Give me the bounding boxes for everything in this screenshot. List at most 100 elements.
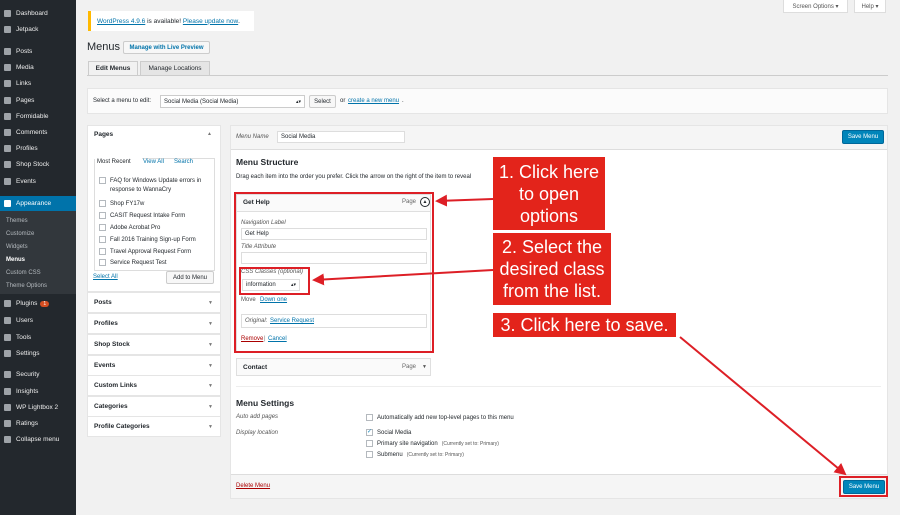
add-to-menu-button[interactable]: Add to Menu: [166, 271, 214, 284]
sidebar-item-shop-stock[interactable]: Shop Stock: [0, 157, 76, 172]
checkbox[interactable]: [99, 236, 106, 243]
update-count-badge: 1: [40, 300, 50, 307]
location-social-media[interactable]: ✓ Social Media: [366, 429, 411, 436]
page-label: Shop FY17w: [110, 200, 145, 207]
accordion-label: Posts: [94, 299, 112, 306]
sidebar-item-wp-lightbox-2[interactable]: WP Lightbox 2: [0, 400, 76, 415]
accordion-shop-stock[interactable]: Shop Stock ▼: [87, 334, 221, 355]
subtab-search[interactable]: Search: [174, 159, 193, 165]
sidebar-item-label: Links: [16, 80, 32, 87]
location-name: Primary site navigation: [377, 440, 438, 447]
sidebar-item-plugins[interactable]: Plugins 1: [0, 296, 76, 311]
menu-structure-help: Drag each item into the order you prefer…: [236, 174, 472, 180]
auto-add-option[interactable]: Automatically add new top-level pages to…: [366, 414, 514, 421]
sidebar-item-insights[interactable]: Insights: [0, 384, 76, 399]
chevron-up-icon[interactable]: ▲: [207, 131, 212, 137]
select-button[interactable]: Select: [309, 95, 336, 108]
location-primary[interactable]: Primary site navigation (Currently set to…: [366, 440, 499, 447]
checkbox[interactable]: [366, 440, 373, 447]
submenu-item-menus[interactable]: Menus: [0, 253, 76, 266]
menu-name-input[interactable]: Social Media: [277, 131, 405, 143]
settings-divider: [236, 386, 881, 387]
wordpress-version-link[interactable]: WordPress 4.9.6: [97, 18, 145, 25]
page-checkbox-item[interactable]: Shop FY17w: [99, 200, 144, 207]
notice-period: .: [238, 17, 240, 25]
submenu-item-theme-options[interactable]: Theme Options: [0, 279, 76, 292]
sidebar-item-events[interactable]: Events: [0, 174, 76, 189]
sidebar-item-label: Insights: [16, 388, 39, 395]
page-checkbox-item[interactable]: Adobe Acrobat Pro: [99, 224, 160, 231]
sidebar-item-links[interactable]: Links: [0, 76, 76, 91]
page-checkbox-item[interactable]: CASIT Request Intake Form: [99, 212, 185, 219]
menu-structure-title: Menu Structure: [236, 157, 299, 167]
page-label: FAQ for Windows Update errors in respons…: [110, 178, 202, 193]
settings-icon: [4, 350, 11, 357]
sidebar-item-label: Profiles: [16, 145, 38, 152]
checkbox[interactable]: [99, 248, 106, 255]
sidebar-item-settings[interactable]: Settings: [0, 346, 76, 361]
pages-panel: Pages ▲: [87, 125, 221, 292]
sidebar-item-collapse-menu[interactable]: Collapse menu: [0, 432, 76, 447]
sidebar-item-comments[interactable]: Comments: [0, 125, 76, 140]
sidebar-item-ratings[interactable]: Ratings: [0, 416, 76, 431]
expand-arrow-icon[interactable]: ▼: [422, 364, 427, 370]
sidebar-item-security[interactable]: Security: [0, 367, 76, 382]
checkbox[interactable]: [99, 177, 106, 184]
lightbox-icon: [4, 404, 11, 411]
sidebar-item-label: WP Lightbox 2: [16, 404, 59, 411]
page-checkbox-item[interactable]: Service Request Test: [99, 259, 167, 266]
sidebar-item-profiles[interactable]: Profiles: [0, 141, 76, 156]
comment-icon: [4, 129, 11, 136]
accordion-events[interactable]: Events ▼: [87, 355, 221, 376]
pages-icon: [4, 97, 11, 104]
callout-open-options: 1. Click here to open options: [493, 157, 605, 230]
subtab-most-recent[interactable]: Most Recent: [97, 159, 131, 165]
menu-select[interactable]: Social Media (Social Media) ▴▾: [160, 95, 305, 108]
delete-menu-link[interactable]: Delete Menu: [236, 483, 270, 489]
save-menu-button-top[interactable]: Save Menu: [842, 130, 884, 144]
accordion-profile-categories[interactable]: Profile Categories ▼: [87, 416, 221, 437]
accordion-posts[interactable]: Posts ▼: [87, 292, 221, 313]
pages-panel-title: Pages: [94, 131, 114, 138]
checkbox[interactable]: [99, 212, 106, 219]
help-button[interactable]: Help ▾: [854, 0, 886, 13]
page-checkbox-item[interactable]: Travel Approval Request Form: [99, 248, 191, 255]
checkbox[interactable]: [366, 451, 373, 458]
checkbox[interactable]: [99, 200, 106, 207]
sidebar-item-users[interactable]: Users: [0, 313, 76, 328]
sidebar-item-tools[interactable]: Tools: [0, 330, 76, 345]
page-checkbox-item[interactable]: FAQ for Windows Update errors in respons…: [99, 177, 214, 195]
subtab-view-all[interactable]: View All: [143, 159, 164, 165]
submenu-item-themes[interactable]: Themes: [0, 214, 76, 227]
sidebar-item-pages[interactable]: Pages: [0, 93, 76, 108]
select-all-link[interactable]: Select All: [93, 274, 118, 280]
display-location-label: Display location: [236, 430, 279, 436]
checkbox[interactable]: [99, 259, 106, 266]
sidebar-item-jetpack[interactable]: Jetpack: [0, 22, 76, 37]
submenu-item-widgets[interactable]: Widgets: [0, 240, 76, 253]
sidebar-item-appearance[interactable]: Appearance: [0, 196, 76, 211]
accordion-custom-links[interactable]: Custom Links ▼: [87, 375, 221, 396]
submenu-item-customize[interactable]: Customize: [0, 227, 76, 240]
screen-options-button[interactable]: Screen Options ▾: [783, 0, 848, 13]
checkbox[interactable]: [99, 224, 106, 231]
tab-manage-locations[interactable]: Manage Locations: [140, 61, 210, 76]
page-label: CASIT Request Intake Form: [110, 212, 186, 219]
checkbox-checked-icon[interactable]: ✓: [366, 429, 373, 436]
live-preview-button[interactable]: Manage with Live Preview: [123, 41, 210, 54]
accordion-profiles[interactable]: Profiles ▼: [87, 313, 221, 334]
checkbox[interactable]: [366, 414, 373, 421]
sidebar-item-dashboard[interactable]: Dashboard: [0, 6, 76, 21]
create-new-menu-link[interactable]: create a new menu: [348, 98, 399, 104]
accordion-categories[interactable]: Categories ▼: [87, 396, 221, 417]
sidebar-item-label: Appearance: [16, 200, 52, 207]
page-label: Service Request Test: [110, 259, 167, 266]
sidebar-item-posts[interactable]: Posts: [0, 44, 76, 59]
sidebar-item-formidable[interactable]: Formidable: [0, 109, 76, 124]
submenu-item-custom-css[interactable]: Custom CSS: [0, 266, 76, 279]
sidebar-item-media[interactable]: Media: [0, 60, 76, 75]
tab-edit-menus[interactable]: Edit Menus: [88, 61, 138, 76]
page-checkbox-item[interactable]: Fall 2016 Training Sign-up Form: [99, 236, 196, 243]
location-submenu[interactable]: Submenu (Currently set to: Primary): [366, 451, 464, 458]
update-now-link[interactable]: Please update now: [183, 18, 238, 25]
